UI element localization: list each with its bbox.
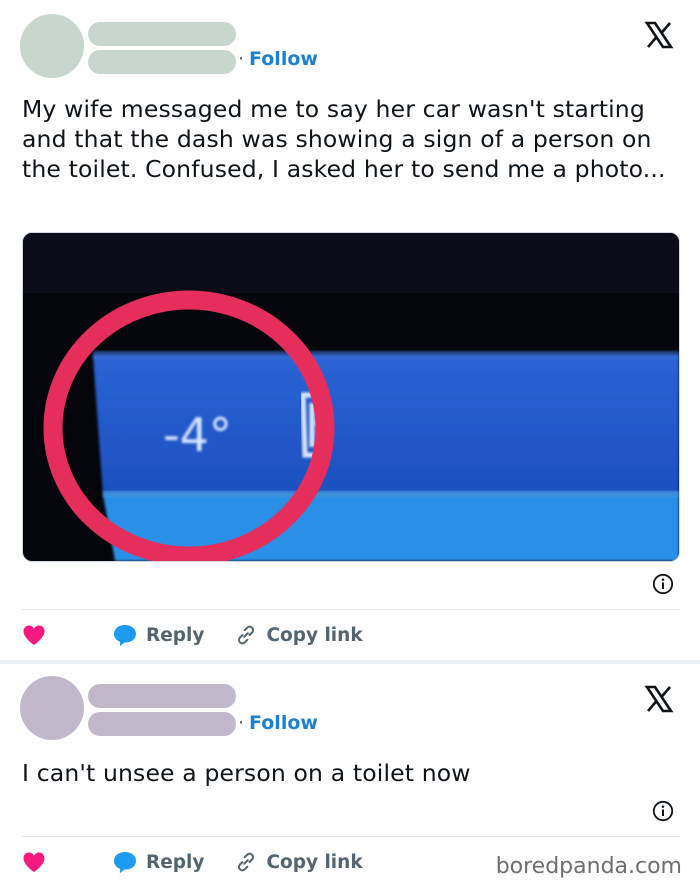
follow-separator: · — [238, 712, 245, 734]
reply-button[interactable]: Reply — [112, 623, 204, 647]
follow-button[interactable]: · Follow — [238, 48, 318, 70]
reply-bubble-icon — [114, 625, 136, 646]
avatar[interactable] — [20, 14, 84, 78]
heart-icon[interactable] — [22, 851, 46, 873]
reply-button[interactable]: Reply — [112, 850, 204, 874]
info-icon[interactable] — [652, 573, 674, 595]
tweet-photo[interactable]: -4° — [22, 232, 680, 562]
tweet-text: I can't unsee a person on a toilet now — [22, 759, 471, 787]
action-bar: Reply Copy link — [22, 620, 363, 650]
x-logo-icon[interactable] — [644, 684, 674, 714]
reply-label: Reply — [146, 624, 205, 646]
divider — [22, 609, 680, 610]
display-name-redacted[interactable] — [88, 22, 236, 46]
display-name-redacted[interactable] — [88, 684, 236, 708]
username-redacted[interactable] — [88, 50, 236, 74]
info-icon[interactable] — [652, 800, 674, 822]
reply-bubble-icon — [114, 852, 136, 873]
dashboard-photo: -4° — [23, 233, 679, 561]
copy-link-button[interactable]: Copy link — [234, 623, 363, 647]
copy-link-label: Copy link — [266, 624, 363, 646]
copy-link-button[interactable]: Copy link — [234, 850, 363, 874]
copy-link-label: Copy link — [266, 851, 363, 873]
follow-separator: · — [238, 48, 245, 70]
follow-label: Follow — [249, 712, 318, 734]
watermark: boredpanda.com — [495, 854, 682, 879]
reply-label: Reply — [146, 851, 205, 873]
temperature-readout: -4° — [163, 408, 232, 462]
x-logo-icon[interactable] — [644, 20, 674, 50]
link-icon — [238, 852, 255, 872]
tweet-text: My wife messaged me to say her car wasn'… — [22, 95, 666, 183]
follow-button[interactable]: · Follow — [238, 712, 318, 734]
post-card-1: · Follow My wife messaged me to say her c… — [0, 0, 700, 660]
link-icon — [238, 625, 255, 645]
avatar[interactable] — [20, 676, 84, 740]
action-bar: Reply Copy link — [22, 847, 363, 877]
divider — [22, 836, 680, 837]
follow-label: Follow — [249, 48, 318, 70]
username-redacted[interactable] — [88, 712, 236, 736]
heart-icon[interactable] — [22, 624, 46, 646]
